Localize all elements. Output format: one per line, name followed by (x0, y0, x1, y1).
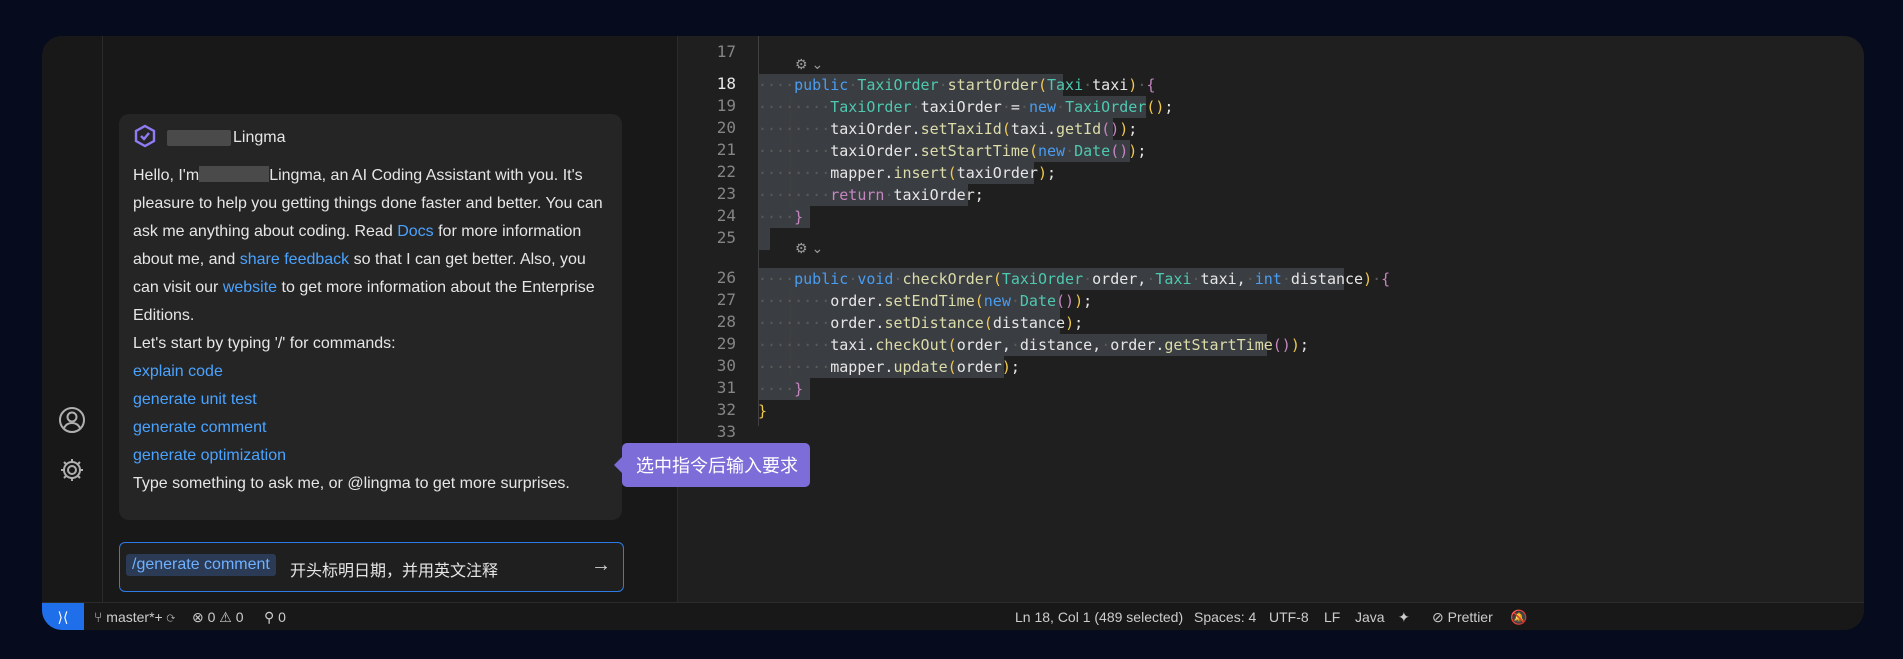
code-line-31: ····} (758, 380, 804, 398)
line-number: 33 (716, 422, 736, 441)
code-line-30: ········mapper.update(order); (758, 358, 1020, 376)
line-number: 27 (716, 290, 736, 309)
prettier-status[interactable]: ⊘ Prettier (1432, 609, 1493, 626)
command-generate-unit-test[interactable]: generate unit test (133, 386, 613, 414)
prettier-label: Prettier (1447, 609, 1493, 625)
line-number: 32 (716, 400, 736, 419)
code-line-22: ········mapper.insert(taxiOrder); (758, 164, 1057, 182)
footer-hint: Type something to ask me, or @lingma to … (133, 475, 570, 492)
line-number: 19 (716, 96, 736, 115)
chat-body: Hello, I'm Lingma, an AI Coding Assistant… (133, 162, 613, 498)
line-number: 22 (716, 162, 736, 181)
line-number: 24 (716, 206, 736, 225)
line-number: 18 (716, 74, 736, 93)
chat-message-card: Lingma Hello, I'm Lingma, an AI Coding As… (119, 114, 622, 520)
line-number: 17 (716, 42, 736, 61)
activity-bar (42, 36, 103, 602)
redacted-inline (199, 166, 270, 182)
welcome-paragraph: Hello, I'm Lingma, an AI Coding Assistant… (133, 162, 613, 330)
code-line-28: ········order.setDistance(distance); (758, 314, 1084, 332)
remote-indicator-icon[interactable]: ⟩⟨ (42, 603, 84, 630)
code-line-19: ········TaxiOrder·taxiOrder·=·new·TaxiOr… (758, 98, 1174, 116)
code-line-18: ····public·TaxiOrder·startOrder(Taxi·tax… (758, 76, 1156, 94)
line-number: 20 (716, 118, 736, 137)
selection-highlight (758, 228, 770, 250)
chat-input[interactable]: /generate comment 开头标明日期，并用英文注释 → (119, 542, 624, 592)
selected-command-chip[interactable]: /generate comment (126, 554, 276, 576)
code-editor[interactable]: 17 18 19 20 21 22 23 24 25 26 27 28 29 30 31 32 33 ⚙ ⌄ ⚙… (678, 36, 1864, 602)
assistant-name: Lingma (233, 129, 286, 146)
notifications-bell-icon[interactable]: 🔕 (1510, 609, 1527, 626)
code-line-32: } (758, 402, 768, 420)
chat-input-text[interactable]: 开头标明日期，并用英文注释 (290, 557, 498, 581)
code-line-23: ········return·taxiOrder; (758, 186, 984, 204)
code-line-20: ········taxiOrder.setTaxiId(taxi.getId()… (758, 120, 1138, 138)
problems-status[interactable]: ⊗ 0 ⚠ 0 (192, 609, 244, 626)
warning-count: 0 (235, 609, 244, 625)
line-number: 25 (716, 228, 736, 247)
code-line-26: ····public·void·checkOrder(TaxiOrder·ord… (758, 270, 1391, 288)
branch-status[interactable]: ⑂ master*+ ⟳ (94, 609, 175, 625)
chat-sidebar: Lingma Hello, I'm Lingma, an AI Coding As… (103, 36, 678, 602)
language-status[interactable]: Java (1355, 609, 1385, 625)
branch-name: master*+ (106, 609, 163, 625)
lingma-logo-icon (133, 124, 157, 153)
instruction-tooltip: 选中指令后输入要求 (614, 443, 810, 487)
line-number: 28 (716, 312, 736, 331)
line-number: 23 (716, 184, 736, 203)
command-explain-code[interactable]: explain code (133, 358, 613, 386)
code-line-21: ········taxiOrder.setStartTime(new·Date(… (758, 142, 1147, 160)
cursor-position[interactable]: Ln 18, Col 1 (489 selected) (1015, 609, 1183, 625)
error-count: 0 (207, 609, 216, 625)
encoding-status[interactable]: UTF-8 (1269, 609, 1309, 625)
lingma-status-icon[interactable]: ✦ (1398, 609, 1410, 626)
ports-count: 0 (278, 609, 286, 625)
ide-window: Lingma Hello, I'm Lingma, an AI Coding As… (42, 36, 1864, 630)
line-number: 21 (716, 140, 736, 159)
line-number: 29 (716, 334, 736, 353)
ports-status[interactable]: ⚲ 0 (264, 609, 286, 626)
greeting-text: Hello, I'm (133, 167, 200, 184)
codelens-lingma-icon[interactable]: ⚙ ⌄ (795, 240, 823, 257)
eol-status[interactable]: LF (1324, 609, 1340, 625)
tooltip-text: 选中指令后输入要求 (636, 456, 798, 476)
command-generate-optimization[interactable]: generate optimization (133, 442, 613, 470)
chat-header: Lingma (133, 124, 286, 153)
status-bar: ⟩⟨ ⑂ master*+ ⟳ ⊗ 0 ⚠ 0 ⚲ 0 Ln 18, Col 1… (42, 602, 1864, 630)
indentation-status[interactable]: Spaces: 4 (1194, 609, 1256, 625)
code-line-24: ····} (758, 208, 804, 226)
code-line-29: ········taxi.checkOut(order,·distance,·o… (758, 336, 1309, 354)
redacted-name (167, 130, 231, 146)
code-line-27: ········order.setEndTime(new·Date()); (758, 292, 1093, 310)
send-arrow-icon[interactable]: → (591, 554, 611, 577)
share-feedback-link[interactable]: share feedback (240, 251, 349, 268)
settings-gear-icon[interactable] (56, 454, 88, 486)
line-number: 30 (716, 356, 736, 375)
website-link[interactable]: website (223, 279, 277, 296)
account-icon[interactable] (56, 404, 88, 436)
codelens-lingma-icon[interactable]: ⚙ ⌄ (795, 56, 823, 73)
line-number: 31 (716, 378, 736, 397)
docs-link[interactable]: Docs (397, 223, 433, 240)
start-hint: Let's start by typing '/' for commands: (133, 335, 396, 352)
line-number: 26 (716, 268, 736, 287)
command-generate-comment[interactable]: generate comment (133, 414, 613, 442)
